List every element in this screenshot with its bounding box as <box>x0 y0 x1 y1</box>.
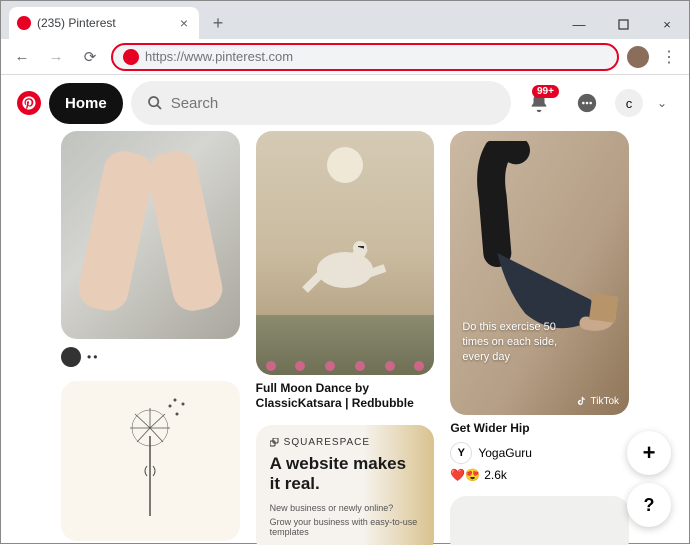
pin-image-tattoo-arms <box>61 131 240 339</box>
user-avatar[interactable]: c <box>615 89 643 117</box>
tab-title: (235) Pinterest <box>37 16 177 30</box>
reload-button[interactable]: ⟳ <box>77 44 103 70</box>
pin-image-yoga-exercise: Do this exercise 50 times on each side, … <box>450 131 629 415</box>
pin-overlay-text: Do this exercise 50 times on each side, … <box>462 320 557 365</box>
squarespace-logo: SQUARESPACE <box>270 437 421 448</box>
pinterest-favicon <box>17 16 31 30</box>
search-bar[interactable] <box>131 81 511 125</box>
browser-menu-button[interactable]: ⋮ <box>657 47 681 67</box>
create-pin-fab[interactable]: + <box>627 431 671 475</box>
reaction-count: 2.6k <box>484 468 507 482</box>
pin-image-moon-dance <box>256 131 435 375</box>
window-close-button[interactable]: × <box>645 9 689 39</box>
search-icon <box>147 95 163 111</box>
pin-image-dandelion <box>61 381 240 541</box>
saver-dots-icon: •• <box>87 350 99 364</box>
pin-reactions[interactable]: ❤️😍 2.6k <box>450 468 629 482</box>
ad-bullets: New business or newly online? Grow your … <box>270 501 421 539</box>
pin-title: Full Moon Dance by ClassicKatsara | Redb… <box>256 381 435 411</box>
window-maximize-button[interactable] <box>601 9 645 39</box>
pin-saver-row[interactable]: •• <box>61 347 240 367</box>
tiktok-watermark: TikTok <box>576 396 619 407</box>
pin-card[interactable]: •• <box>61 131 240 367</box>
pin-card[interactable]: Full Moon Dance by ClassicKatsara | Redb… <box>256 131 435 411</box>
notifications-button[interactable]: 99+ <box>519 83 559 123</box>
close-tab-icon[interactable]: × <box>177 15 191 31</box>
back-button[interactable]: ← <box>9 44 35 70</box>
pin-card-loading[interactable] <box>450 496 629 545</box>
tiktok-icon <box>576 396 587 407</box>
new-tab-button[interactable]: + <box>205 10 231 36</box>
account-menu-chevron[interactable]: ⌄ <box>651 96 673 110</box>
browser-tab[interactable]: (235) Pinterest × <box>9 7 199 39</box>
pin-card[interactable]: Do this exercise 50 times on each side, … <box>450 131 629 482</box>
pin-card-ad[interactable]: SQUARESPACE A website makes it real. New… <box>256 425 435 545</box>
pin-author-row[interactable]: Y YogaGuru <box>450 442 629 464</box>
pinterest-icon <box>21 95 37 111</box>
messages-button[interactable] <box>567 83 607 123</box>
notification-badge: 99+ <box>532 85 559 98</box>
chat-icon <box>576 92 598 114</box>
browser-profile-avatar[interactable] <box>627 46 649 68</box>
pin-card[interactable] <box>61 381 240 541</box>
author-name: YogaGuru <box>478 446 532 460</box>
maximize-icon <box>618 19 629 30</box>
ad-headline: A website makes it real. <box>270 454 421 493</box>
window-minimize-button[interactable]: — <box>557 9 601 39</box>
pin-image-squarespace-ad: SQUARESPACE A website makes it real. New… <box>256 425 435 545</box>
pin-title: Get Wider Hip <box>450 421 629 436</box>
home-button[interactable]: Home <box>49 83 123 124</box>
pinterest-logo[interactable] <box>17 91 41 115</box>
url-text: https://www.pinterest.com <box>145 49 293 64</box>
author-avatar: Y <box>450 442 472 464</box>
reaction-emoji: ❤️😍 <box>450 468 480 482</box>
address-bar[interactable]: https://www.pinterest.com <box>111 43 619 71</box>
site-favicon <box>123 49 139 65</box>
search-input[interactable] <box>171 95 495 112</box>
saver-avatar <box>61 347 81 367</box>
help-fab[interactable]: ? <box>627 483 671 527</box>
forward-button[interactable]: → <box>43 44 69 70</box>
